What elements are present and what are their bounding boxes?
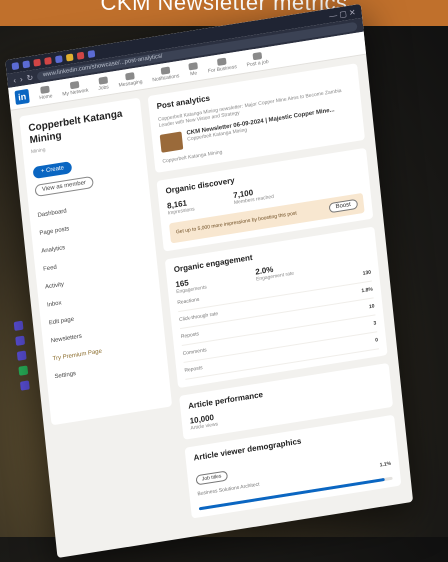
post-thumbnail [159,131,184,153]
reload-icon[interactable]: ↻ [26,72,34,82]
tab-icon[interactable] [33,58,41,67]
taskbar-app-icon[interactable] [19,380,30,391]
create-button[interactable]: + Create [32,161,73,180]
nav-item[interactable]: My Network [61,80,89,98]
sidebar-menu: Dashboard Page posts Analytics Feed Acti… [37,190,161,386]
organic-engagement-card: Organic engagement 165 Engagements 2.0% … [164,226,388,389]
nav-item[interactable]: Me [188,62,198,77]
back-icon[interactable]: ‹ [13,75,17,84]
taskbar-app-icon[interactable] [13,320,24,332]
forward-icon[interactable]: › [19,74,23,83]
taskbar-app-icon[interactable] [14,335,25,347]
tab-icon[interactable] [22,59,31,68]
browser-photo: — ▢ ✕ ‹ › ↻ www.linkedin.com/showcase/..… [5,2,420,559]
nav-item[interactable]: Jobs [97,76,109,92]
tab-icon[interactable] [87,49,96,58]
title-banner: CKM Newsletter metrics [0,0,448,26]
company-sidebar: Copperbelt Katanga Mining Mining + Creat… [19,97,173,426]
tab-icon[interactable] [65,52,74,62]
nav-item[interactable]: Messaging [118,71,143,89]
boost-button[interactable]: Boost [328,198,359,214]
analytics-column: Post analytics Copperbelt Katanga Mining… [147,63,403,526]
nav-item[interactable]: Post a job [246,51,269,68]
tab-icon[interactable] [44,56,52,65]
nav-item[interactable]: For Business [207,56,237,75]
tab-icon[interactable] [76,51,85,60]
linkedin-logo[interactable]: in [14,88,30,105]
browser-window: — ▢ ✕ ‹ › ↻ www.linkedin.com/showcase/..… [5,3,414,559]
tab-icon[interactable] [11,61,20,70]
nav-item[interactable]: Notifications [151,65,180,83]
tab-icon[interactable] [54,54,63,63]
page-content: Copperbelt Katanga Mining Mining + Creat… [10,54,413,558]
taskbar-app-icon[interactable] [16,350,27,361]
view-as-member-button[interactable]: View as member [34,175,94,198]
nav-item[interactable]: Home [38,85,53,101]
taskbar-whatsapp-icon[interactable] [17,365,28,376]
